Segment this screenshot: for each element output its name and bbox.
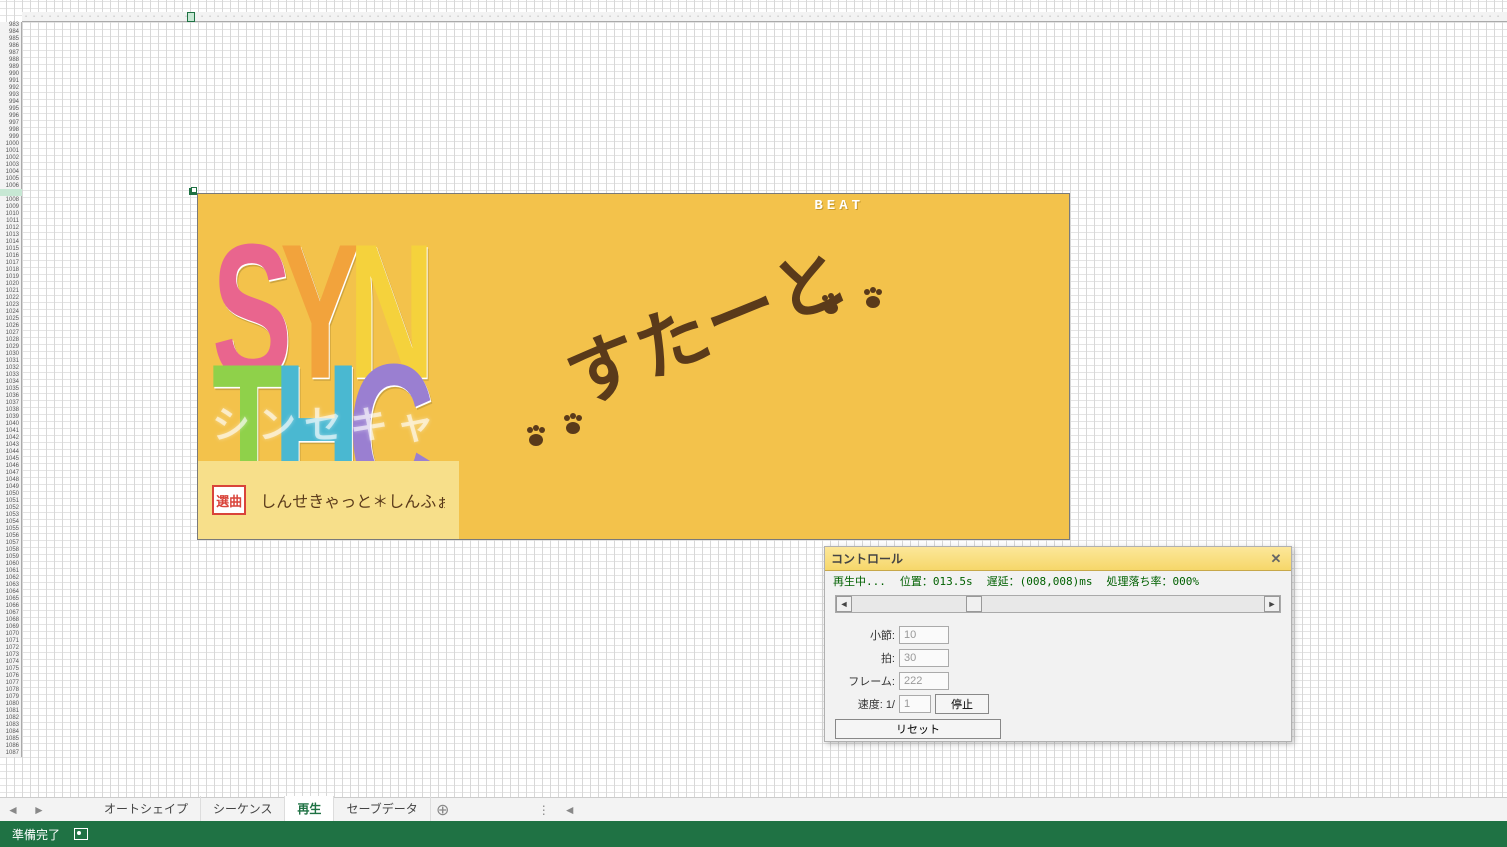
paw-icon [818, 292, 844, 316]
column-headers: ········································… [22, 12, 1507, 22]
speed-input[interactable] [899, 695, 931, 713]
playback-status: 再生中... 位置：013.5s 遅延：(008,008)ms 処理落ち率：00… [825, 571, 1291, 591]
dialog-title-bar[interactable]: コントロール ✕ [825, 547, 1291, 571]
frame-label: フレーム: [837, 673, 895, 689]
status-playing: 再生中... [833, 573, 886, 589]
game-canvas: BEAT SYNTHC シンセキャ すたーと 選曲 しんせきゃっと＊しんふぉに [197, 193, 1070, 540]
dialog-title: コントロール [831, 550, 903, 567]
paw-icon [523, 424, 549, 448]
logo-subtitle: シンセキャ [212, 394, 442, 449]
synthc-logo: SYNTHC [212, 216, 462, 416]
song-title: しんせきゃっと＊しんふぉに [260, 488, 445, 512]
add-sheet-button[interactable]: ⊕ [431, 800, 455, 820]
row-headers: 9839849859869879889899909919929939949959… [0, 22, 22, 757]
seek-thumb[interactable] [966, 596, 982, 612]
seek-right-button[interactable]: ► [1264, 596, 1280, 612]
hscroll-left[interactable]: ◄ [561, 801, 579, 819]
sheet-tab[interactable]: 再生 [285, 796, 334, 823]
sheet-tab[interactable]: オートシェイプ [92, 796, 201, 823]
seek-scrollbar[interactable]: ◄ ► [835, 595, 1281, 613]
row-selection-marker [0, 189, 22, 196]
sheet-tab[interactable]: セーブデータ [334, 796, 430, 823]
song-bar: 選曲 しんせきゃっと＊しんふぉに [198, 461, 459, 539]
speed-label: 速度: 1/ [837, 696, 895, 712]
start-text[interactable]: すたーと [548, 217, 862, 425]
bar-label: 小節: [837, 627, 895, 643]
reset-button[interactable]: リセット [835, 719, 1001, 739]
macro-record-icon[interactable] [74, 828, 88, 840]
seek-left-button[interactable]: ◄ [836, 596, 852, 612]
sheet-tab[interactable]: シーケンス [201, 796, 285, 823]
song-select-button[interactable]: 選曲 [212, 485, 246, 515]
beat-label: 拍: [837, 650, 895, 666]
paw-icon [860, 286, 886, 310]
status-bar: 準備完了 [0, 821, 1507, 847]
status-ready: 準備完了 [12, 826, 60, 843]
control-dialog: コントロール ✕ 再生中... 位置：013.5s 遅延：(008,008)ms… [824, 546, 1292, 742]
stop-button[interactable]: 停止 [935, 694, 989, 714]
beat-input[interactable] [899, 649, 949, 667]
spreadsheet-grid[interactable]: ········································… [0, 0, 1507, 797]
column-selection-marker [187, 12, 195, 22]
sheet-tab-strip: ◄ ► オートシェイプシーケンス再生セーブデータ ⊕ ⋮ ◄ [0, 797, 1507, 821]
tab-divider-handle[interactable]: ⋮ [535, 801, 553, 819]
tab-nav-prev[interactable]: ◄ [4, 801, 22, 819]
bar-input[interactable] [899, 626, 949, 644]
frame-input[interactable] [899, 672, 949, 690]
paw-icon [560, 412, 586, 436]
beat-label: BEAT [814, 198, 864, 214]
tab-nav-next[interactable]: ► [30, 801, 48, 819]
close-button[interactable]: ✕ [1267, 551, 1285, 567]
